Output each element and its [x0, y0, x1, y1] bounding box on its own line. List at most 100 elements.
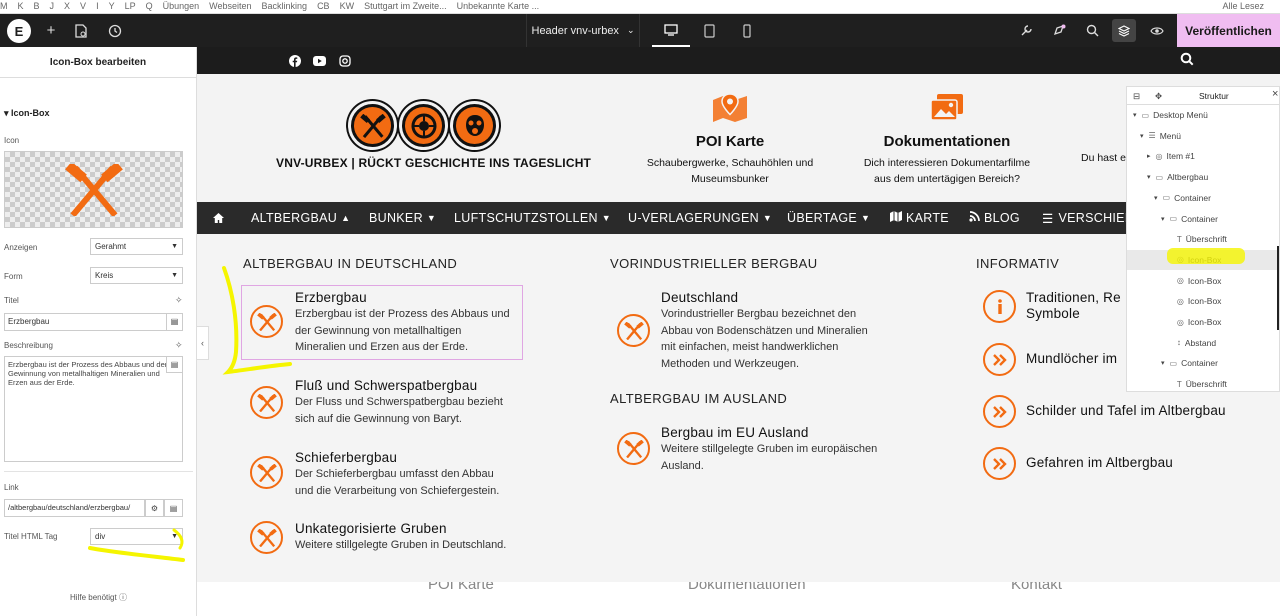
icon-box-traditionen[interactable]: Traditionen, Re Symbole	[983, 290, 1143, 326]
link-input[interactable]: /altbergbau/deutschland/erzbergbau/	[4, 499, 145, 517]
site-search-icon[interactable]	[1180, 52, 1194, 70]
collapse-panel-button[interactable]: ‹	[197, 326, 209, 360]
add-icon[interactable]: +	[38, 14, 64, 47]
dynamic-tags-icon[interactable]: ▤	[166, 314, 182, 330]
structure-item[interactable]: ▾ ▭ Container	[1127, 209, 1277, 229]
icon-box-mundloecher[interactable]: Mundlöcher im	[983, 343, 1143, 379]
gasmask-logo[interactable]	[450, 101, 499, 150]
structure-item[interactable]: ▾ ▭ Container	[1127, 188, 1277, 208]
structure-scrollbar[interactable]	[1277, 246, 1279, 330]
move-icon[interactable]: ✥	[1155, 91, 1162, 102]
bookmark-item[interactable]: M	[0, 0, 8, 12]
bookmark-item[interactable]: KW	[340, 0, 355, 12]
structure-item[interactable]: T Überschrift	[1127, 229, 1277, 249]
desktop-icon[interactable]	[652, 14, 690, 47]
icon-box-deutschland[interactable]: Deutschland Vorindustrieller Bergbau bez…	[617, 290, 892, 375]
mobile-icon[interactable]	[728, 14, 766, 47]
caret-down-icon[interactable]: ▾	[1147, 173, 1151, 181]
bookmark-item[interactable]: X	[64, 0, 70, 12]
bookmark-item[interactable]: Backlinking	[262, 0, 308, 12]
description-textarea[interactable]: Erzbergbau ist der Prozess des Abbaus un…	[4, 356, 183, 462]
caret-down-icon[interactable]	[1168, 381, 1172, 388]
bookmark-item[interactable]: V	[80, 0, 86, 12]
icon-box-unkategorisiert[interactable]: Unkategorisierte Gruben Weitere stillgel…	[250, 521, 525, 561]
view-select[interactable]: Gerahmt ▼	[90, 238, 183, 255]
nav-item-karte[interactable]: KARTE	[890, 202, 949, 234]
shutter-logo[interactable]	[399, 101, 448, 150]
icon-box-schiefer[interactable]: Schieferbergbau Der Schieferbergbau umfa…	[250, 450, 525, 500]
bookmark-item[interactable]: LP	[125, 0, 136, 12]
structure-item[interactable]: ◎ Icon-Box	[1127, 291, 1277, 311]
home-icon[interactable]	[212, 202, 225, 234]
caret-down-icon[interactable]	[1168, 277, 1172, 284]
help-link[interactable]: Hilfe benötigt ⓘ	[0, 592, 197, 603]
title-input[interactable]: Erzbergbau ▤	[4, 313, 183, 331]
wrench-icon[interactable]	[1013, 14, 1039, 47]
page-icon[interactable]	[68, 14, 94, 47]
nav-item-luftschutzstollen[interactable]: LUFTSCHUTZSTOLLEN ▼	[454, 202, 611, 234]
nav-item-uebertage[interactable]: ÜBERTAGE ▼	[787, 202, 870, 234]
dynamic-tags-icon[interactable]: ▤	[166, 357, 182, 373]
facebook-icon[interactable]	[288, 54, 301, 67]
icon-box-schilder[interactable]: Schilder und Tafel im Altbergbau	[983, 395, 1263, 431]
dynamic-tags-icon[interactable]: ▤	[164, 499, 183, 517]
caret-down-icon[interactable]: ▾	[1161, 359, 1165, 367]
header-box-contact[interactable]: Du hast e	[1081, 150, 1126, 166]
preview-icon[interactable]	[1144, 14, 1170, 47]
footer-link[interactable]: POI Karte	[428, 582, 494, 593]
header-box-doku[interactable]: Dokumentationen Dich interessieren Dokum…	[857, 92, 1037, 187]
structure-item[interactable]: ▸ ◎ Item #1	[1127, 146, 1277, 166]
nav-item-u-verlagerungen[interactable]: U-VERLAGERUNGEN ▼	[628, 202, 772, 234]
icon-box-gefahren[interactable]: Gefahren im Altbergbau	[983, 447, 1263, 483]
structure-item[interactable]: T Überschrift	[1127, 374, 1277, 394]
icon-box-eu-ausland[interactable]: Bergbau im EU Ausland Weitere stillgeleg…	[617, 425, 897, 475]
tablet-icon[interactable]	[690, 14, 728, 47]
layers-icon[interactable]	[1112, 19, 1136, 42]
footer-link[interactable]: Kontakt	[1011, 582, 1062, 593]
icon-preview[interactable]	[4, 151, 183, 228]
bookmark-item[interactable]: Stuttgart im Zweite...	[364, 0, 447, 12]
nav-item-verschiedenes[interactable]: ☰ VERSCHIED	[1042, 202, 1134, 234]
html-tag-select[interactable]: div ▼	[90, 528, 183, 545]
footer-link[interactable]: Dokumentationen	[688, 582, 806, 593]
bookmark-item[interactable]: Übungen	[163, 0, 200, 12]
shape-select[interactable]: Kreis ▼	[90, 267, 183, 284]
bookmark-item[interactable]: K	[18, 0, 24, 12]
caret-down-icon[interactable]	[1168, 298, 1172, 305]
bookmark-item[interactable]: Q	[146, 0, 153, 12]
nav-item-blog[interactable]: BLOG	[969, 202, 1020, 234]
nav-item-bunker[interactable]: BUNKER ▼	[369, 202, 436, 234]
history-icon[interactable]	[102, 14, 128, 47]
instagram-icon[interactable]	[338, 54, 351, 67]
youtube-icon[interactable]	[313, 54, 326, 67]
caret-down-icon[interactable]: ▾	[1140, 132, 1144, 140]
all-bookmarks-link[interactable]: Alle Lesez	[1222, 0, 1264, 12]
bookmark-item[interactable]: J	[50, 0, 55, 12]
hammer-pick-logo[interactable]	[348, 101, 397, 150]
bookmark-item[interactable]: Y	[109, 0, 115, 12]
structure-item[interactable]: ▾ ▭ Desktop Menü	[1127, 105, 1277, 125]
caret-down-icon[interactable]	[1168, 256, 1172, 263]
link-settings-icon[interactable]: ⚙	[145, 499, 164, 517]
elementor-logo-icon[interactable]: E	[7, 19, 31, 43]
caret-down-icon[interactable]	[1168, 319, 1172, 326]
icon-box-fluss[interactable]: Fluß und Schwerspatbergbau Der Fluss und…	[250, 378, 525, 428]
document-title-dropdown[interactable]: Header vnv-urbex ⌄	[526, 14, 640, 47]
section-icon-box[interactable]: ▾ Icon-Box	[4, 108, 50, 119]
structure-item[interactable]: ◎ Icon-Box	[1127, 312, 1277, 332]
icon-box-erzbergbau[interactable]: Erzbergbau Erzbergbau ist der Prozess de…	[250, 290, 525, 360]
caret-down-icon[interactable]: ▾	[1161, 215, 1165, 223]
search-icon[interactable]	[1079, 14, 1105, 47]
caret-down-icon[interactable]	[1168, 339, 1172, 346]
structure-item[interactable]: ◎ Icon-Box	[1127, 271, 1277, 291]
bookmark-item[interactable]: Webseiten	[209, 0, 251, 12]
structure-item[interactable]: ▾ ▭ Altbergbau	[1127, 167, 1277, 187]
ai-icon[interactable]: ✧	[175, 295, 183, 306]
caret-right-icon[interactable]: ▸	[1147, 152, 1151, 160]
caret-down-icon[interactable]	[1168, 236, 1172, 243]
structure-item[interactable]: ▾ ☰ Menü	[1127, 126, 1277, 146]
structure-item[interactable]: ▾ ▭ Container	[1127, 353, 1277, 373]
caret-down-icon[interactable]: ▾	[1154, 194, 1158, 202]
collapse-all-icon[interactable]: ⊟	[1133, 91, 1140, 102]
bookmark-item[interactable]: I	[96, 0, 99, 12]
